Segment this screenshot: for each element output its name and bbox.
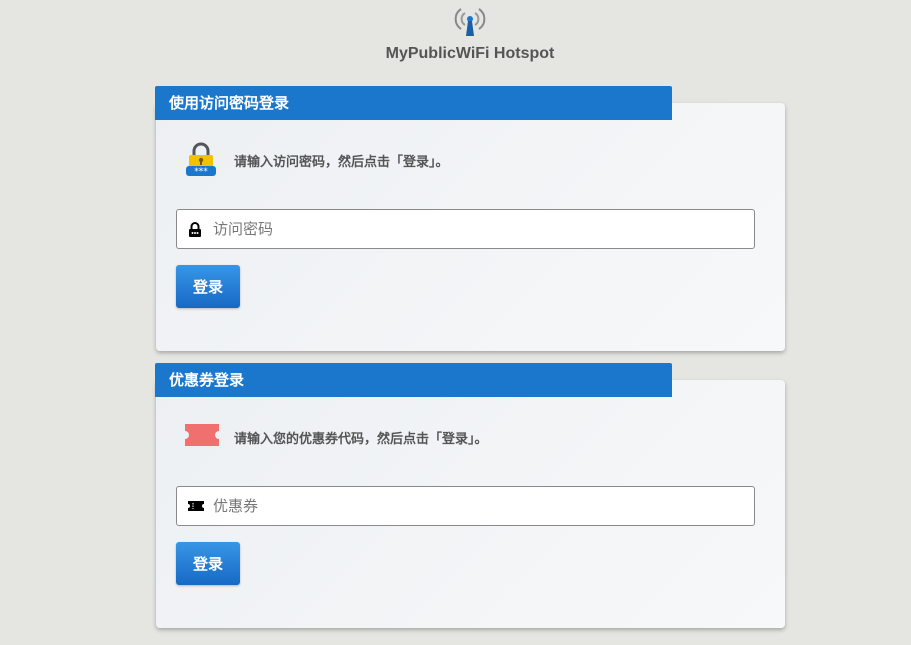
voucher-field [176, 486, 755, 526]
password-field [176, 209, 755, 249]
wifi-antenna-icon [454, 8, 486, 36]
ticket-icon [185, 424, 219, 446]
password-login-heading: 使用访问密码登录 [155, 86, 672, 120]
password-login-button[interactable]: 登录 [176, 265, 240, 308]
password-login-card: *** 请输入访问密码，然后点击「登录」。 登录 [156, 103, 785, 351]
password-instructions: 请输入访问密码，然后点击「登录」。 [234, 155, 449, 170]
voucher-login-card: 请输入您的优惠券代码，然后点击「登录」。 登录 [156, 380, 785, 628]
voucher-input[interactable] [213, 487, 743, 525]
site-title: MyPublicWiFi Hotspot [385, 45, 555, 62]
svg-text:***: *** [194, 167, 208, 177]
padlock-icon: *** [186, 142, 216, 177]
lock-icon [189, 222, 201, 237]
voucher-login-heading: 优惠券登录 [155, 363, 672, 397]
voucher-instructions: 请输入您的优惠券代码，然后点击「登录」。 [234, 432, 488, 447]
ticket-icon [188, 501, 204, 511]
voucher-login-button[interactable]: 登录 [176, 542, 240, 585]
password-input[interactable] [213, 210, 743, 248]
